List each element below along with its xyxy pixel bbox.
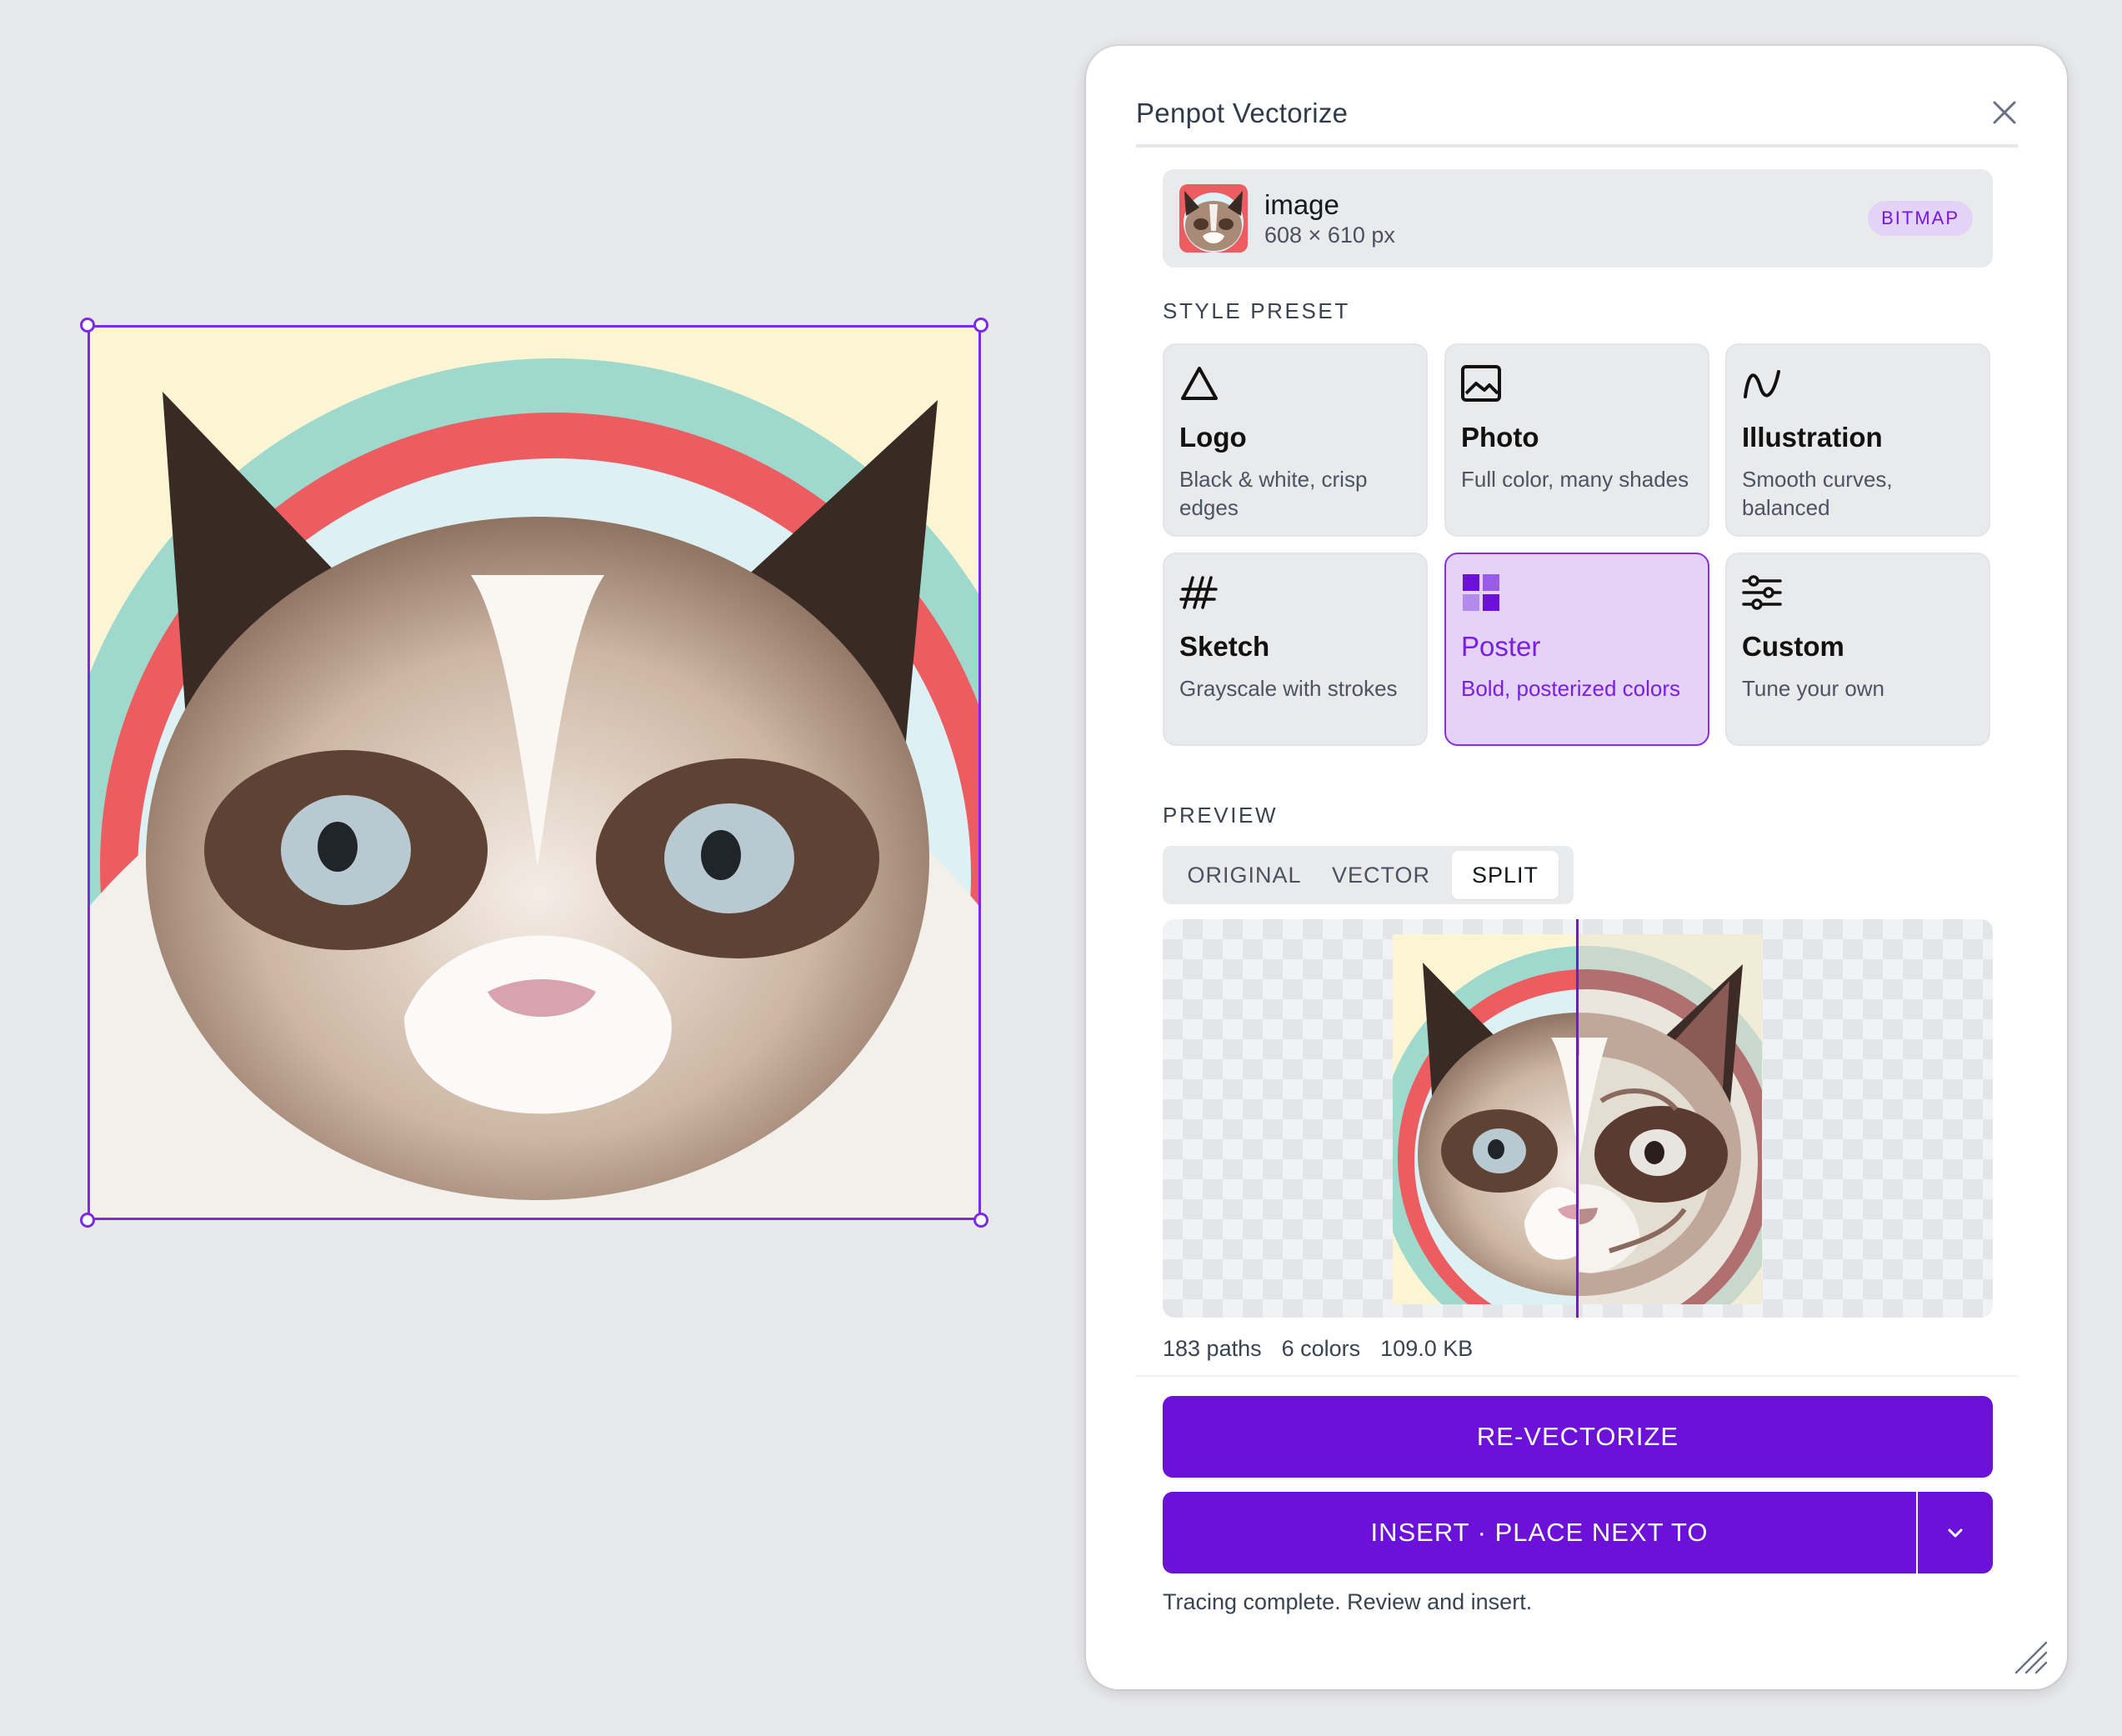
preset-description: Bold, posterized colors: [1461, 676, 1681, 701]
close-icon[interactable]: [1988, 96, 2021, 129]
output-size: 109.0 KB: [1380, 1336, 1474, 1361]
preset-illustration[interactable]: Illustration Smooth curves, balanced: [1725, 343, 1990, 537]
preset-poster[interactable]: Poster Bold, posterized colors: [1444, 553, 1709, 746]
resize-handle-top-right[interactable]: [973, 318, 988, 333]
format-badge: BITMAP: [1868, 201, 1973, 236]
source-thumbnail: [1179, 184, 1248, 253]
divider: [1136, 144, 2018, 148]
preset-name: Photo: [1461, 422, 1539, 453]
preset-name: Custom: [1742, 631, 1844, 662]
trace-stats: 183 paths 6 colors 109.0 KB: [1163, 1336, 1493, 1362]
insert-button[interactable]: INSERT · PLACE NEXT TO: [1163, 1492, 1916, 1573]
split-divider-handle[interactable]: [1576, 919, 1579, 1318]
preset-description: Grayscale with strokes: [1179, 676, 1398, 701]
preset-description: Smooth curves, balanced: [1742, 467, 1893, 520]
resize-handle-bottom-left[interactable]: [80, 1213, 95, 1228]
grid-squares-icon: [1459, 571, 1503, 614]
source-dimensions: 608 × 610 px: [1264, 223, 1395, 248]
preset-photo[interactable]: Photo Full color, many shades: [1444, 343, 1709, 537]
preset-name: Illustration: [1742, 422, 1883, 453]
preset-name: Poster: [1461, 631, 1541, 662]
canvas-bitmap-image[interactable]: [88, 325, 981, 1220]
revectorize-button[interactable]: RE-VECTORIZE: [1163, 1396, 1993, 1478]
preview-label: PREVIEW: [1163, 803, 1279, 828]
tab-split[interactable]: SPLIT: [1452, 851, 1559, 899]
path-count: 183 paths: [1163, 1336, 1262, 1361]
preset-logo[interactable]: Logo Black & white, crisp edges: [1163, 343, 1428, 537]
tab-original[interactable]: ORIGINAL: [1176, 851, 1313, 899]
resize-grip-icon[interactable]: [2011, 1638, 2049, 1676]
image-icon: [1459, 362, 1503, 405]
style-preset-label: STYLE PRESET: [1163, 298, 1350, 323]
resize-handle-bottom-right[interactable]: [973, 1213, 988, 1228]
preset-name: Logo: [1179, 422, 1247, 453]
divider: [1136, 1375, 2018, 1377]
preview-canvas[interactable]: [1163, 919, 1993, 1318]
source-name: image: [1264, 189, 1339, 220]
preset-description: Black & white, crisp edges: [1179, 467, 1368, 520]
preview-mode-toggle: ORIGINAL VECTOR SPLIT: [1163, 846, 1574, 904]
triangle-icon: [1178, 362, 1221, 405]
tab-vector[interactable]: VECTOR: [1319, 851, 1443, 899]
resize-handle-top-left[interactable]: [80, 318, 95, 333]
curve-icon: [1740, 362, 1784, 405]
preset-sketch[interactable]: Sketch Grayscale with strokes: [1163, 553, 1428, 746]
sliders-icon: [1740, 571, 1784, 614]
hatch-icon: [1178, 571, 1221, 614]
vectorize-panel: Penpot Vectorize image 608 × 610 px BITM…: [1086, 46, 2067, 1689]
preset-custom[interactable]: Custom Tune your own: [1725, 553, 1990, 746]
preset-description: Full color, many shades: [1461, 467, 1689, 492]
status-message: Tracing complete. Review and insert.: [1163, 1589, 1533, 1614]
insert-options-button[interactable]: [1918, 1492, 1993, 1573]
source-image-card: image 608 × 610 px BITMAP: [1163, 169, 1993, 268]
preset-description: Tune your own: [1742, 676, 1885, 701]
color-count: 6 colors: [1281, 1336, 1361, 1361]
panel-title: Penpot Vectorize: [1136, 98, 1349, 128]
chevron-down-icon: [1948, 1528, 1963, 1538]
preset-name: Sketch: [1179, 631, 1270, 662]
